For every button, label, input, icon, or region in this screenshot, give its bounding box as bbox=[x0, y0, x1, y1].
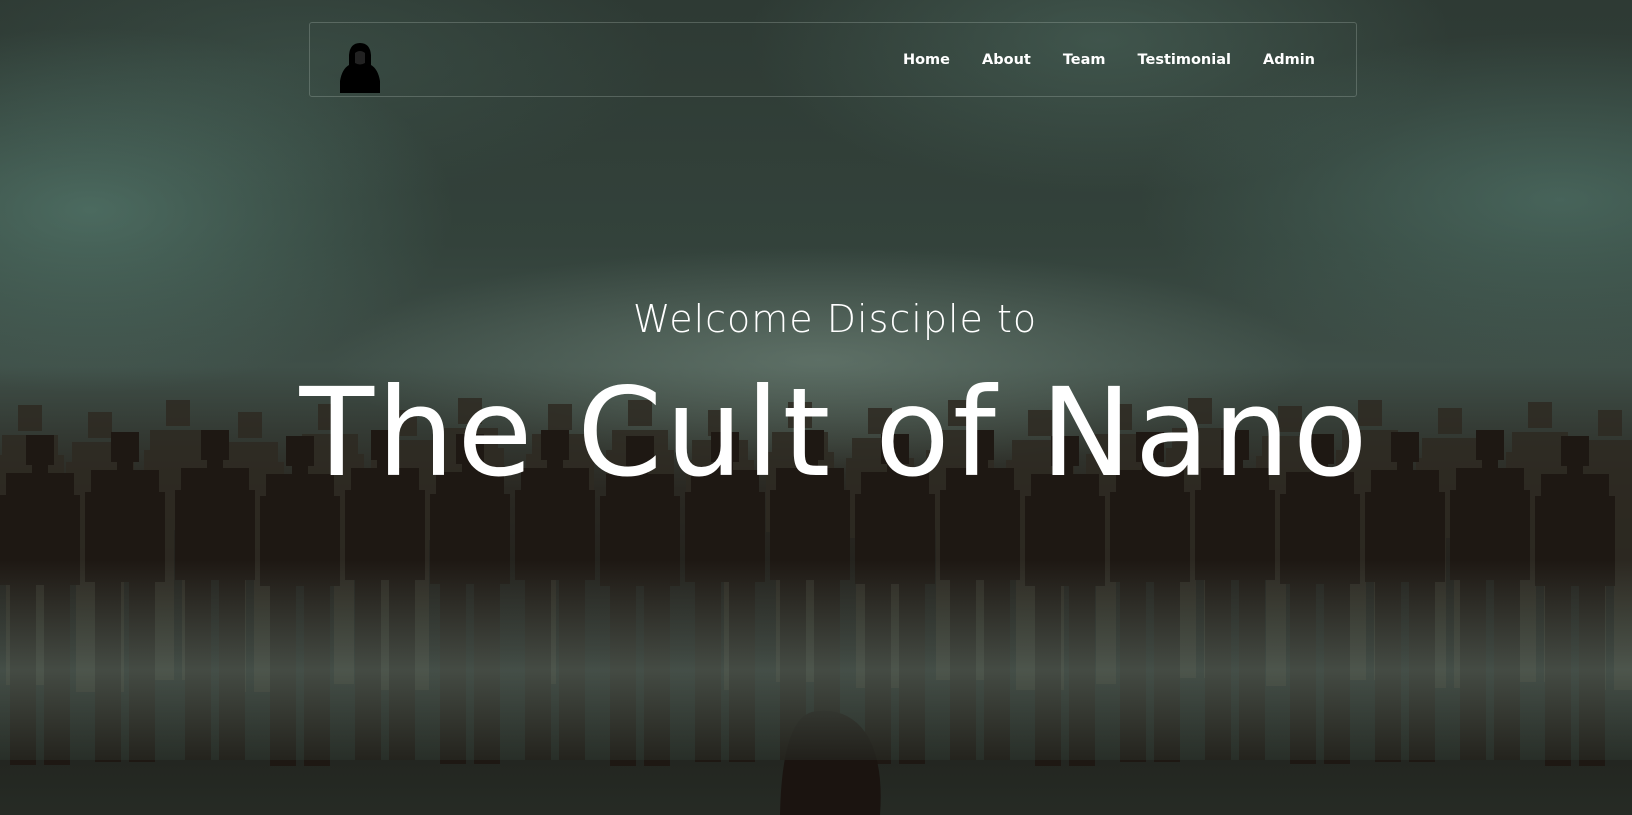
nav-menu: Home About Team Testimonial Admin bbox=[871, 23, 1315, 96]
nav-link-team[interactable]: Team bbox=[1063, 52, 1106, 68]
nav-link-about[interactable]: About bbox=[982, 52, 1031, 68]
nav-link-admin[interactable]: Admin bbox=[1263, 52, 1315, 68]
hooded-figure-icon[interactable] bbox=[338, 41, 382, 93]
navbar: Home About Team Testimonial Admin bbox=[309, 22, 1357, 97]
nav-link-home[interactable]: Home bbox=[903, 52, 950, 68]
ground-mist bbox=[0, 560, 1632, 760]
hero-subtitle: Welcome Disciple to bbox=[632, 297, 1038, 341]
hero-section: Home About Team Testimonial Admin Welcom… bbox=[0, 0, 1632, 815]
hero-title: The Cult of Nano bbox=[299, 362, 1371, 504]
nav-link-testimonial[interactable]: Testimonial bbox=[1138, 52, 1231, 68]
